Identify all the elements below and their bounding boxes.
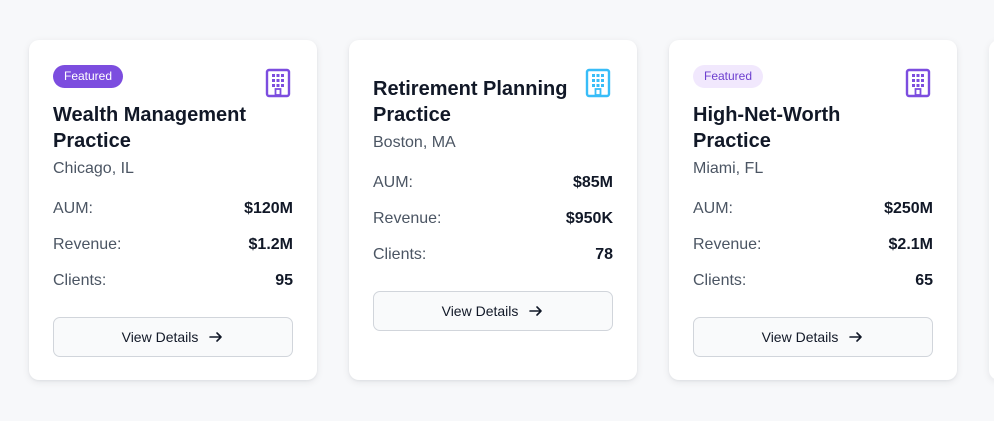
metric-label: AUM: bbox=[693, 200, 733, 217]
practice-location: Boston, MA bbox=[373, 134, 456, 151]
view-details-button[interactable]: View Details bbox=[693, 317, 933, 357]
metric-clients: Clients: 95 bbox=[53, 272, 293, 290]
metric-value: $85M bbox=[572, 174, 613, 191]
practice-title: High-Net-Worth Practice bbox=[693, 104, 841, 152]
metric-aum: AUM: $120M bbox=[53, 200, 293, 218]
arrow-right-icon bbox=[529, 306, 543, 316]
building-icon bbox=[265, 68, 291, 98]
arrow-right-icon bbox=[849, 332, 863, 342]
metric-aum: AUM: $250M bbox=[693, 200, 933, 218]
practice-location: Chicago, IL bbox=[53, 160, 134, 177]
practice-card: Featured High-Net-Worth Practice Miami, … bbox=[669, 40, 957, 380]
metric-label: Revenue: bbox=[53, 236, 122, 253]
metric-value: $2.1M bbox=[888, 236, 933, 253]
view-details-label: View Details bbox=[121, 329, 199, 345]
arrow-right-icon bbox=[209, 332, 223, 342]
practice-card: Retirement Planning Practice Boston, MA … bbox=[349, 40, 637, 380]
practice-title: Retirement Planning Practice bbox=[373, 78, 568, 126]
featured-badge: Featured bbox=[693, 65, 764, 88]
view-details-button[interactable]: View Details bbox=[53, 317, 293, 357]
metric-label: AUM: bbox=[373, 174, 413, 191]
building-icon bbox=[585, 68, 611, 98]
practice-card-partial bbox=[989, 40, 994, 380]
metric-value: 78 bbox=[595, 246, 613, 263]
practice-card: Featured Wealth Management Practice Chic… bbox=[29, 40, 317, 380]
view-details-button[interactable]: View Details bbox=[373, 291, 613, 331]
metric-label: Clients: bbox=[53, 272, 107, 289]
metric-value: $120M bbox=[244, 200, 293, 217]
metric-revenue: Revenue: $950K bbox=[373, 210, 613, 228]
metric-label: Revenue: bbox=[373, 210, 442, 227]
building-icon bbox=[905, 68, 931, 98]
metric-label: Revenue: bbox=[693, 236, 762, 253]
featured-badge: Featured bbox=[53, 65, 124, 88]
metric-aum: AUM: $85M bbox=[373, 174, 613, 192]
metric-label: AUM: bbox=[53, 200, 93, 217]
metric-clients: Clients: 65 bbox=[693, 272, 933, 290]
view-details-label: View Details bbox=[761, 329, 839, 345]
metric-label: Clients: bbox=[693, 272, 747, 289]
practice-location: Miami, FL bbox=[693, 160, 764, 177]
view-details-label: View Details bbox=[441, 303, 519, 319]
metric-clients: Clients: 78 bbox=[373, 246, 613, 264]
metric-revenue: Revenue: $1.2M bbox=[53, 236, 293, 254]
metric-label: Clients: bbox=[373, 246, 427, 263]
metric-value: $250M bbox=[884, 200, 933, 217]
metric-value: 65 bbox=[915, 272, 933, 289]
metric-revenue: Revenue: $2.1M bbox=[693, 236, 933, 254]
metric-value: $1.2M bbox=[248, 236, 293, 253]
metric-value: 95 bbox=[275, 272, 293, 289]
metric-value: $950K bbox=[565, 210, 613, 227]
practice-title: Wealth Management Practice bbox=[53, 104, 246, 152]
